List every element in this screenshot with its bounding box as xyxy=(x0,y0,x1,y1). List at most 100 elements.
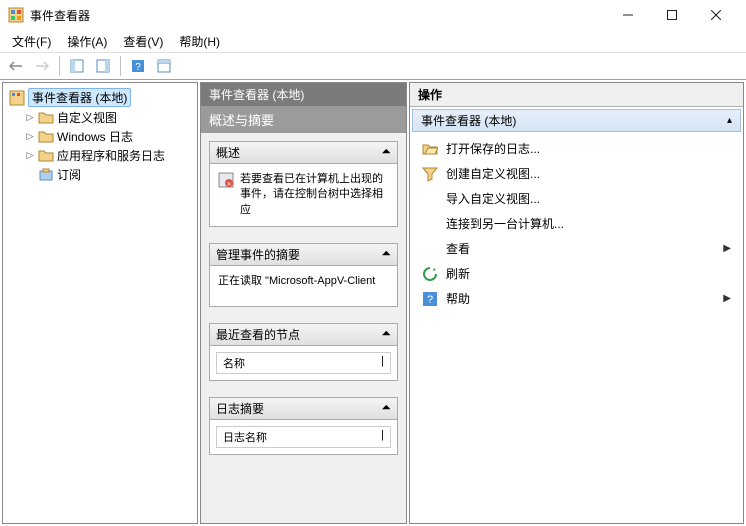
tree-item-label: 自定义视图 xyxy=(57,109,117,126)
tree-root[interactable]: 事件查看器 (本地) xyxy=(5,87,195,108)
blank-icon xyxy=(422,241,438,257)
collapse-icon[interactable]: ⏶ xyxy=(381,400,391,417)
menu-action[interactable]: 操作(A) xyxy=(61,31,113,52)
back-button[interactable] xyxy=(4,54,28,78)
folder-icon xyxy=(38,148,54,164)
minimize-button[interactable] xyxy=(606,1,650,29)
expand-icon[interactable]: ▷ xyxy=(25,113,35,123)
column-name: 日志名称 xyxy=(223,429,267,445)
spacer xyxy=(25,170,35,180)
submenu-arrow-icon: ▶ xyxy=(723,293,731,304)
maximize-button[interactable] xyxy=(650,1,694,29)
action-import-custom-view[interactable]: 导入自定义视图... xyxy=(414,186,739,211)
log-summary-column-row[interactable]: 日志名称 | xyxy=(216,426,391,448)
close-button[interactable] xyxy=(694,1,738,29)
action-connect-computer[interactable]: 连接到另一台计算机... xyxy=(414,211,739,236)
show-hide-actions-button[interactable] xyxy=(91,54,115,78)
tree-item-subscriptions[interactable]: 订阅 xyxy=(21,165,195,184)
menubar: 文件(F) 操作(A) 查看(V) 帮助(H) xyxy=(0,30,746,52)
action-refresh[interactable]: 刷新 xyxy=(414,261,739,286)
action-open-saved-log[interactable]: 打开保存的日志... xyxy=(414,136,739,161)
action-view[interactable]: 查看 ▶ xyxy=(414,236,739,261)
overview-panel: 概述 ⏶ ✕ 若要查看已在计算机上出现的事件，请在控制台树中选择相应 xyxy=(209,141,398,227)
folder-icon xyxy=(38,110,54,126)
event-viewer-icon xyxy=(9,90,25,106)
svg-text:?: ? xyxy=(135,62,141,73)
action-label: 连接到另一台计算机... xyxy=(446,215,564,232)
section-title-text: 事件查看器 (本地) xyxy=(421,112,516,129)
center-pane: 事件查看器 (本地) 概述与摘要 概述 ⏶ ✕ 若要查看已在计算机上出现的事件，… xyxy=(200,82,407,524)
menu-file[interactable]: 文件(F) xyxy=(6,31,57,52)
titlebar: 事件查看器 xyxy=(0,0,746,30)
action-label: 打开保存的日志... xyxy=(446,140,540,157)
toolbar-separator xyxy=(59,56,60,76)
action-create-custom-view[interactable]: 创建自定义视图... xyxy=(414,161,739,186)
recent-column-row[interactable]: 名称 | xyxy=(216,352,391,374)
blank-icon xyxy=(422,216,438,232)
collapse-icon[interactable]: ⏶ xyxy=(381,246,391,263)
filter-icon xyxy=(422,166,438,182)
recent-header[interactable]: 最近查看的节点 ⏶ xyxy=(210,324,397,346)
action-label: 导入自定义视图... xyxy=(446,190,540,207)
main-content: 事件查看器 (本地) ▷ 自定义视图 ▷ Windows 日志 ▷ 应用程序和服… xyxy=(0,80,746,526)
forward-button[interactable] xyxy=(30,54,54,78)
log-summary-header[interactable]: 日志摘要 ⏶ xyxy=(210,398,397,420)
actions-pane: 操作 事件查看器 (本地) ▴ 打开保存的日志... 创建自定义视图... 导入… xyxy=(409,82,744,524)
center-header: 事件查看器 (本地) xyxy=(201,83,406,106)
column-name: 名称 xyxy=(223,355,245,371)
action-help[interactable]: ? 帮助 ▶ xyxy=(414,286,739,311)
properties-button[interactable] xyxy=(152,54,176,78)
admin-summary-header[interactable]: 管理事件的摘要 ⏶ xyxy=(210,244,397,266)
actions-section-title[interactable]: 事件查看器 (本地) ▴ xyxy=(412,109,741,132)
info-icon: ✕ xyxy=(218,172,234,188)
app-icon xyxy=(8,7,24,23)
panel-title: 日志摘要 xyxy=(216,400,381,417)
tree-item-label: Windows 日志 xyxy=(57,128,133,145)
actions-list: 打开保存的日志... 创建自定义视图... 导入自定义视图... 连接到另一台计… xyxy=(410,134,743,523)
actions-header: 操作 xyxy=(410,83,743,107)
overview-text: 若要查看已在计算机上出现的事件，请在控制台树中选择相应 xyxy=(240,172,389,218)
open-log-icon xyxy=(422,141,438,157)
folder-icon xyxy=(38,129,54,145)
reading-text: 正在读取 "Microsoft-AppV-Client xyxy=(218,274,375,289)
help-icon: ? xyxy=(422,291,438,307)
action-label: 查看 xyxy=(446,240,470,257)
refresh-icon xyxy=(422,266,438,282)
tree-item-label: 订阅 xyxy=(57,166,81,183)
action-label: 帮助 xyxy=(446,290,470,307)
tree-item-label: 应用程序和服务日志 xyxy=(57,147,165,164)
help-button[interactable]: ? xyxy=(126,54,150,78)
panel-title: 概述 xyxy=(216,144,381,161)
recent-panel: 最近查看的节点 ⏶ 名称 | xyxy=(209,323,398,381)
blank-icon xyxy=(422,191,438,207)
admin-summary-panel: 管理事件的摘要 ⏶ 正在读取 "Microsoft-AppV-Client xyxy=(209,243,398,307)
collapse-icon[interactable]: ⏶ xyxy=(381,144,391,161)
tree-item-app-services-logs[interactable]: ▷ 应用程序和服务日志 xyxy=(21,146,195,165)
action-label: 创建自定义视图... xyxy=(446,165,540,182)
overview-panel-header[interactable]: 概述 ⏶ xyxy=(210,142,397,164)
svg-text:?: ? xyxy=(427,294,433,306)
panel-title: 最近查看的节点 xyxy=(216,326,381,343)
toolbar-separator xyxy=(120,56,121,76)
tree-item-windows-logs[interactable]: ▷ Windows 日志 xyxy=(21,127,195,146)
menu-view[interactable]: 查看(V) xyxy=(117,31,169,52)
expand-icon[interactable]: ▷ xyxy=(25,151,35,161)
toolbar: ? xyxy=(0,52,746,80)
collapse-arrow-icon[interactable]: ▴ xyxy=(727,115,732,126)
submenu-arrow-icon: ▶ xyxy=(723,243,731,254)
center-subheader: 概述与摘要 xyxy=(201,106,406,133)
window-title: 事件查看器 xyxy=(30,7,606,24)
tree-root-label: 事件查看器 (本地) xyxy=(28,88,131,107)
menu-help[interactable]: 帮助(H) xyxy=(173,31,226,52)
column-sep: | xyxy=(381,355,384,371)
show-hide-tree-button[interactable] xyxy=(65,54,89,78)
tree-item-custom-views[interactable]: ▷ 自定义视图 xyxy=(21,108,195,127)
panel-title: 管理事件的摘要 xyxy=(216,246,381,263)
subscriptions-icon xyxy=(38,167,54,183)
expand-icon[interactable]: ▷ xyxy=(25,132,35,142)
svg-text:✕: ✕ xyxy=(226,182,231,188)
column-sep: | xyxy=(381,429,384,445)
center-body[interactable]: 概述 ⏶ ✕ 若要查看已在计算机上出现的事件，请在控制台树中选择相应 管理事件的… xyxy=(201,133,406,523)
navigation-tree[interactable]: 事件查看器 (本地) ▷ 自定义视图 ▷ Windows 日志 ▷ 应用程序和服… xyxy=(2,82,198,524)
collapse-icon[interactable]: ⏶ xyxy=(381,326,391,343)
